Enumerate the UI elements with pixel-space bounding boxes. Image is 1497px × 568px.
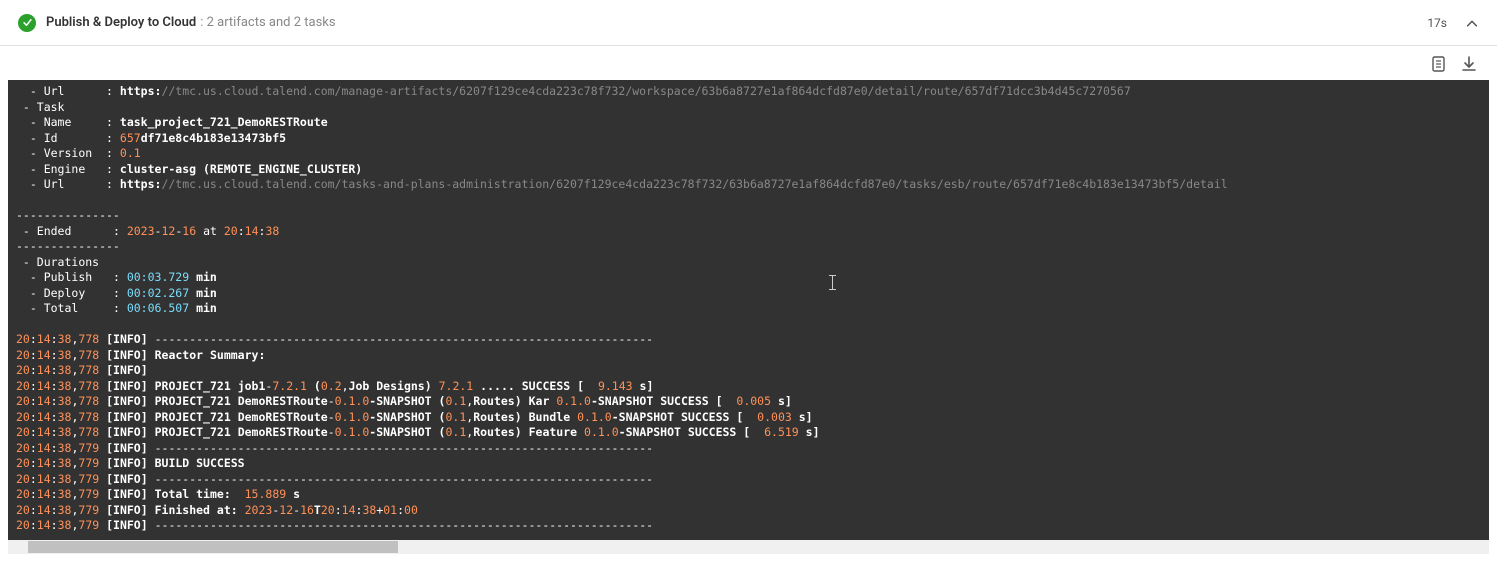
collapse-toggle[interactable] — [1465, 16, 1479, 30]
copy-log-button[interactable] — [1429, 54, 1449, 74]
stage-subtitle: : 2 artifacts and 2 tasks — [200, 15, 335, 30]
download-log-button[interactable] — [1459, 54, 1479, 74]
horizontal-scrollbar[interactable] — [8, 540, 1489, 554]
scrollbar-thumb[interactable] — [28, 541, 398, 553]
stage-title: Publish & Deploy to Cloud — [46, 15, 196, 30]
console-toolbar — [0, 46, 1497, 80]
build-log[interactable]: - Url : https://tmc.us.cloud.talend.com/… — [8, 80, 1489, 540]
stage-duration: 17s — [1427, 16, 1447, 30]
stage-header: Publish & Deploy to Cloud : 2 artifacts … — [0, 0, 1497, 46]
success-icon — [18, 14, 36, 32]
